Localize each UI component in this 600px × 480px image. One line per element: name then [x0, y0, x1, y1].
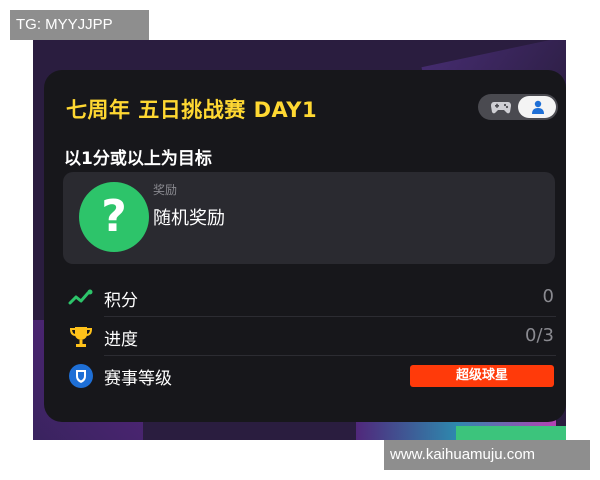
row-label: 积分	[104, 291, 138, 311]
challenge-card: 七周年 五日挑战赛 DAY1 以1分或以上为目标 ? 奖励 随机奖励 积分 0	[44, 70, 566, 422]
row-value: 0	[542, 286, 554, 307]
toggle-knob	[518, 96, 556, 118]
row-label: 进度	[104, 330, 138, 350]
challenge-title: 七周年 五日挑战赛 DAY1	[66, 98, 318, 122]
reward-label: 奖励	[153, 183, 178, 197]
background-green-button-edge	[456, 426, 566, 440]
challenge-goal: 以1分或以上为目标	[64, 149, 212, 169]
reward-name: 随机奖励	[153, 208, 225, 229]
row-divider	[104, 355, 556, 356]
row-value: 0/3	[525, 325, 554, 346]
trend-icon	[68, 289, 93, 305]
row-score: 积分 0	[64, 279, 556, 317]
watermark-bottom: www.kaihuamuju.com	[384, 440, 590, 470]
level-badge: 超级球星	[410, 365, 554, 387]
shield-icon	[69, 364, 93, 388]
row-divider	[104, 316, 556, 317]
person-icon	[532, 100, 544, 114]
gamepad-icon	[491, 102, 511, 114]
row-level: 赛事等级 超级球星	[64, 357, 556, 395]
row-progress: 进度 0/3	[64, 318, 556, 356]
reward-panel: ? 奖励 随机奖励	[63, 172, 555, 264]
row-label: 赛事等级	[104, 369, 172, 389]
question-mark-icon: ?	[79, 182, 149, 252]
trophy-icon	[69, 327, 93, 347]
mode-toggle[interactable]	[478, 94, 558, 120]
watermark-top: TG: MYYJJPP	[10, 10, 149, 40]
